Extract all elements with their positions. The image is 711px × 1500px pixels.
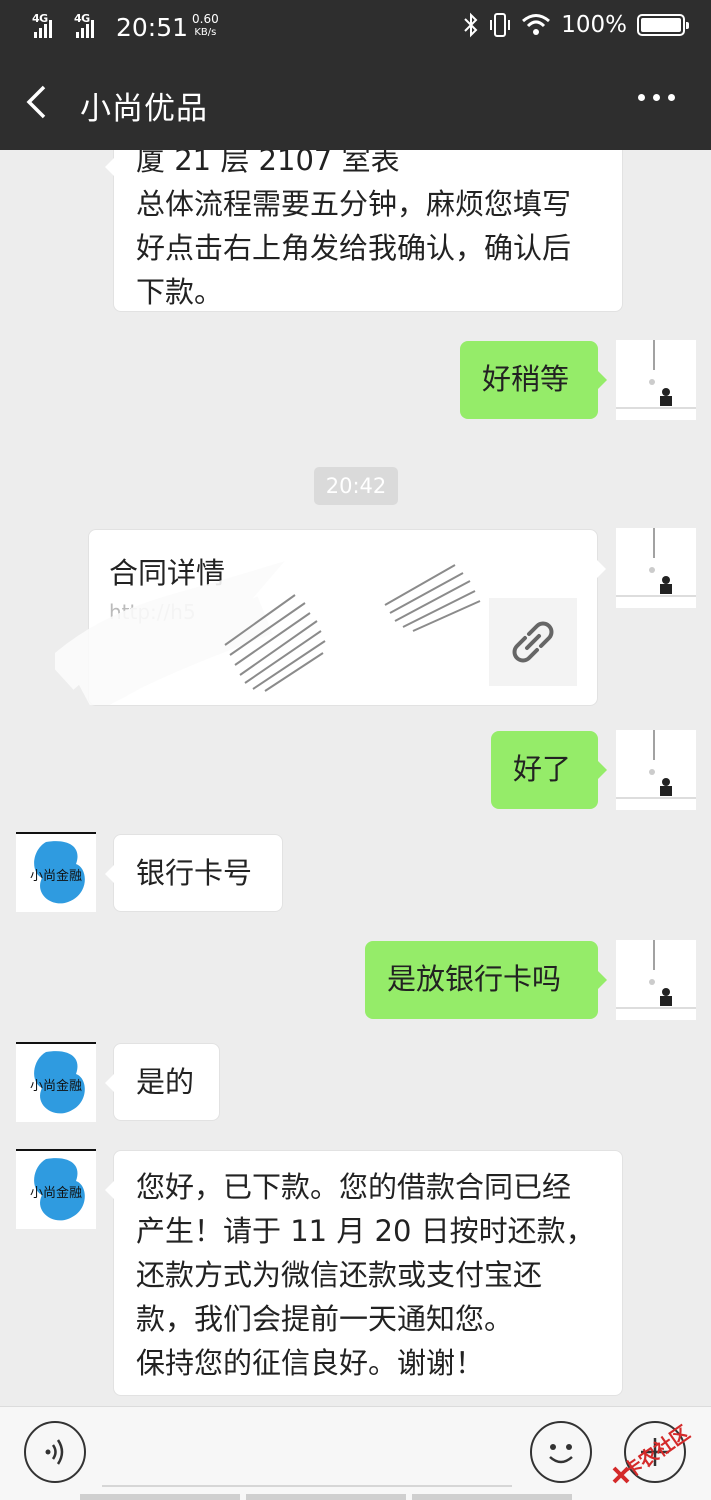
network-speed: 0.60 KB/s [192, 13, 219, 39]
wifi-icon [522, 14, 551, 35]
vibrate-icon [490, 13, 511, 37]
time-divider: 20:42 [314, 467, 398, 505]
avatar[interactable] [616, 730, 696, 810]
status-bar: 4G 4G 20:51 0.60 KB/s 100% [0, 0, 711, 56]
chevron-left-icon[interactable] [24, 84, 54, 120]
svg-text:卡农社区: 卡农社区 [619, 1421, 694, 1483]
avatar[interactable] [616, 940, 696, 1020]
battery-icon [637, 14, 689, 36]
message-input[interactable] [102, 1485, 512, 1487]
link-thumbnail [489, 598, 577, 686]
redaction-scribble [55, 561, 481, 705]
outgoing-message-bubble[interactable]: 是放银行卡吗 [365, 941, 607, 1019]
outgoing-message-bubble[interactable]: 好稍等 [460, 341, 607, 419]
nav-strip [0, 1494, 711, 1500]
clock: 20:51 [116, 13, 189, 42]
incoming-message-bubble[interactable]: 银行卡号 [105, 834, 283, 912]
avatar[interactable] [616, 528, 696, 608]
bluetooth-icon [464, 12, 478, 38]
signal-icon: 4G [74, 12, 106, 38]
chat-title: 小尚优品 [80, 91, 208, 127]
incoming-message-bubble[interactable]: 厦 21 层 2107 室表 总体流程需要五分钟，麻烦您填写 好点击右上角发给我… [105, 128, 623, 312]
outgoing-message-bubble[interactable]: 好了 [491, 731, 607, 809]
avatar[interactable]: 小尚金融 [16, 1149, 96, 1229]
watermark-logo: 卡农社区 [612, 1421, 694, 1484]
svg-text:小尚金融: 小尚金融 [30, 868, 82, 884]
incoming-message-bubble[interactable]: 是的 [105, 1043, 220, 1121]
avatar[interactable]: 小尚金融 [16, 832, 96, 912]
input-bar [0, 1406, 711, 1500]
incoming-message-bubble[interactable]: 您好，已下款。您的借款合同已经 产生！请于 11 月 20 日按时还款， 还款方… [105, 1150, 623, 1396]
link-icon [512, 621, 554, 663]
speed-value: 0.60 [192, 12, 219, 26]
svg-text:小尚金融: 小尚金融 [30, 1078, 82, 1094]
more-icon[interactable] [638, 94, 675, 101]
avatar[interactable]: 小尚金融 [16, 1042, 96, 1122]
avatar[interactable] [616, 340, 696, 420]
battery-percent: 100% [561, 12, 627, 38]
signal-icon: 4G [32, 12, 64, 38]
voice-icon[interactable] [24, 1421, 86, 1483]
speed-unit: KB/s [194, 27, 217, 38]
svg-text:小尚金融: 小尚金融 [30, 1185, 82, 1201]
emoji-icon[interactable] [530, 1421, 592, 1483]
